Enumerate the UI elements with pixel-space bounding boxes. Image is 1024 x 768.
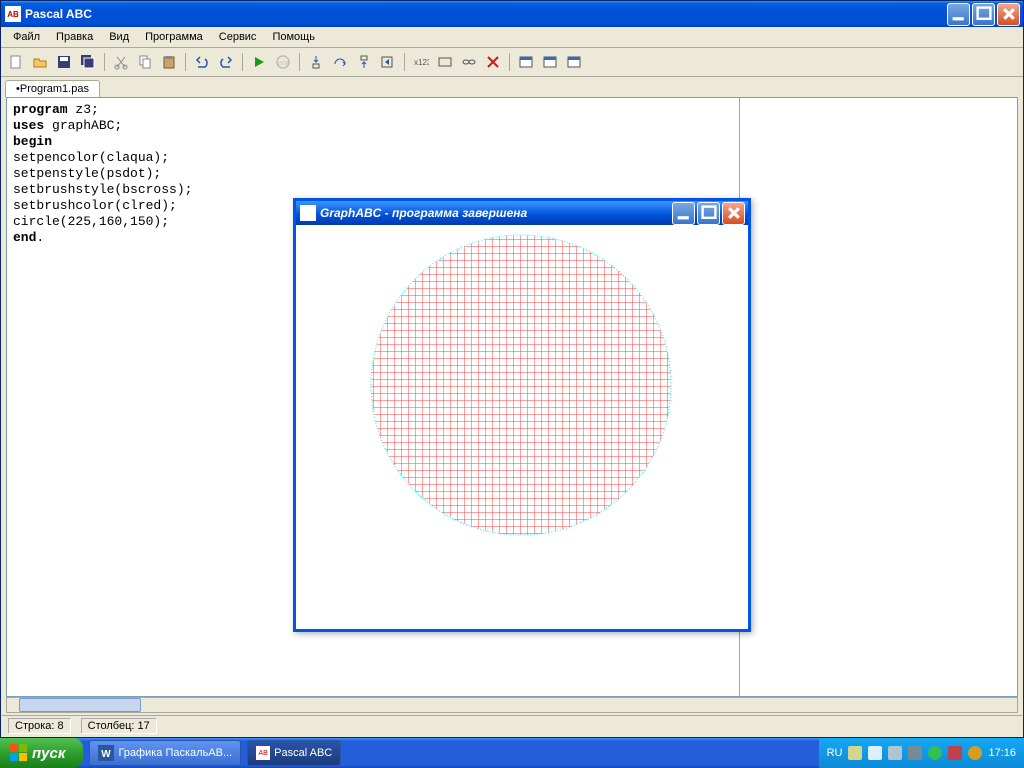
tray-icon[interactable] [868, 746, 882, 760]
undo-icon[interactable] [191, 51, 213, 73]
clock[interactable]: 17:16 [988, 747, 1016, 759]
code-line[interactable]: program z3; [13, 102, 733, 118]
delete-icon[interactable] [482, 51, 504, 73]
redo-icon[interactable] [215, 51, 237, 73]
step-out-icon[interactable] [353, 51, 375, 73]
toolbar-sep [242, 53, 243, 71]
svg-text:STOP: STOP [276, 61, 290, 67]
graph-circle-drawing [296, 225, 746, 625]
graph-title-text: GraphABC - программа завершена [320, 206, 527, 220]
graph-canvas [296, 225, 748, 629]
taskbar-item-pascal[interactable]: AB Pascal ABC [247, 740, 341, 766]
window2-icon[interactable] [539, 51, 561, 73]
open-file-icon[interactable] [29, 51, 51, 73]
taskbar: пуск W Графика ПаскальАВ... AB Pascal AB… [0, 738, 1024, 768]
desktop: AB Pascal ABC Файл Правка Вид Программа … [0, 0, 1024, 768]
step-into-icon[interactable] [305, 51, 327, 73]
copy-icon[interactable] [134, 51, 156, 73]
ide-title-bar[interactable]: AB Pascal ABC [1, 1, 1023, 27]
graph-minimize-button[interactable] [672, 202, 695, 225]
maximize-button[interactable] [972, 3, 995, 26]
toolbar-sep [104, 53, 105, 71]
step-over-icon[interactable] [329, 51, 351, 73]
code-line[interactable]: setbrushstyle(bscross); [13, 182, 733, 198]
svg-text:W: W [102, 749, 112, 760]
graph-maximize-button[interactable] [697, 202, 720, 225]
toolbar-sep [185, 53, 186, 71]
code-line[interactable]: setpencolor(claqua); [13, 150, 733, 166]
svg-text:x123: x123 [414, 58, 429, 67]
tray-icon[interactable] [968, 746, 982, 760]
tray-speaker-icon[interactable] [888, 746, 902, 760]
minimize-button[interactable] [947, 3, 970, 26]
pascal-abc-icon: AB [5, 6, 21, 22]
tray-icon[interactable] [848, 746, 862, 760]
code-line[interactable]: begin [13, 134, 733, 150]
menu-help[interactable]: Помощь [264, 29, 323, 45]
menu-program[interactable]: Программа [137, 29, 211, 45]
windows-logo-icon [10, 744, 28, 762]
file-tab-strip: •Program1.pas [1, 77, 1023, 97]
paste-icon[interactable] [158, 51, 180, 73]
menu-file[interactable]: Файл [5, 29, 48, 45]
menu-bar: Файл Правка Вид Программа Сервис Помощь [1, 27, 1023, 48]
vars-icon[interactable]: x123 [410, 51, 432, 73]
new-file-icon[interactable] [5, 51, 27, 73]
status-line: Строка: 8 [8, 718, 71, 734]
graph-close-button[interactable] [722, 202, 745, 225]
cut-icon[interactable] [110, 51, 132, 73]
locals-icon[interactable] [434, 51, 456, 73]
system-tray: RU 17:16 [819, 738, 1024, 768]
toolbar-sep [299, 53, 300, 71]
save-icon[interactable] [53, 51, 75, 73]
graph-title-bar[interactable]: GraphABC - программа завершена [296, 201, 748, 225]
watch-icon[interactable] [458, 51, 480, 73]
toolbar-sep [404, 53, 405, 71]
stop-icon[interactable]: STOP [272, 51, 294, 73]
file-tab[interactable]: •Program1.pas [5, 80, 100, 97]
code-line[interactable]: uses graphABC; [13, 118, 733, 134]
run-icon[interactable] [248, 51, 270, 73]
toolbar-sep [509, 53, 510, 71]
menu-edit[interactable]: Правка [48, 29, 101, 45]
language-indicator[interactable]: RU [827, 747, 843, 759]
save-all-icon[interactable] [77, 51, 99, 73]
graphabc-icon [300, 205, 316, 221]
menu-service[interactable]: Сервис [211, 29, 265, 45]
word-doc-icon: W [98, 745, 114, 761]
taskbar-item-word[interactable]: W Графика ПаскальАВ... [89, 740, 241, 766]
side-pane [740, 98, 1017, 696]
tray-shield-icon[interactable] [948, 746, 962, 760]
scrollbar-thumb[interactable] [19, 698, 141, 712]
ide-status-bar: Строка: 8 Столбец: 17 [2, 715, 1022, 736]
tray-icon[interactable] [928, 746, 942, 760]
status-column: Столбец: 17 [81, 718, 157, 734]
start-button[interactable]: пуск [0, 738, 83, 768]
tray-icon[interactable] [908, 746, 922, 760]
graph-output-window[interactable]: GraphABC - программа завершена [293, 198, 751, 632]
editor-h-scrollbar[interactable] [6, 697, 1018, 713]
toolbar: STOP x123 [1, 48, 1023, 77]
code-line[interactable]: setpenstyle(psdot); [13, 166, 733, 182]
ide-title-text: Pascal ABC [25, 7, 92, 21]
window3-icon[interactable] [563, 51, 585, 73]
start-label: пуск [32, 745, 65, 762]
menu-view[interactable]: Вид [101, 29, 137, 45]
run-to-cursor-icon[interactable] [377, 51, 399, 73]
window1-icon[interactable] [515, 51, 537, 73]
pascal-abc-icon: AB [256, 746, 270, 760]
close-button[interactable] [997, 3, 1020, 26]
